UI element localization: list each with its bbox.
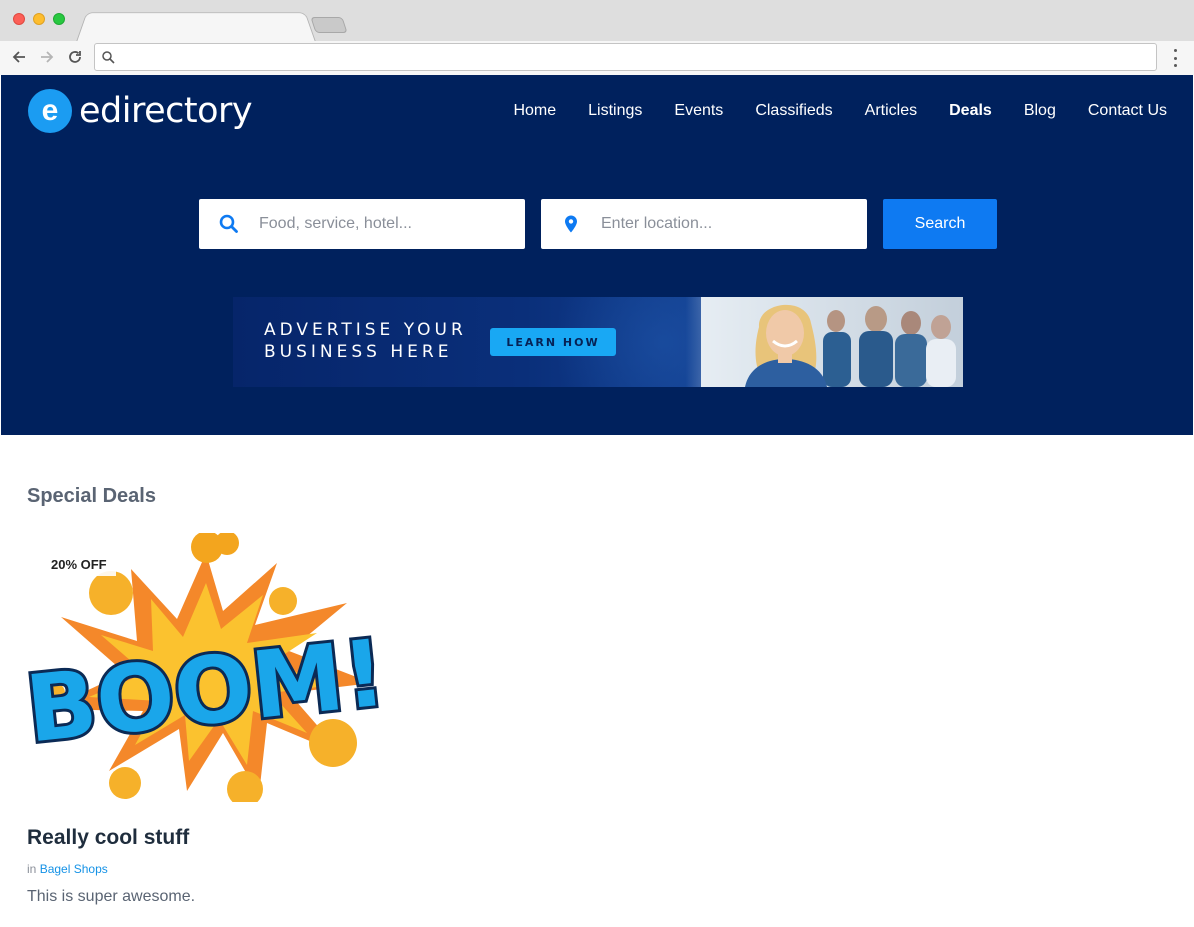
learn-how-button[interactable]: LEARN HOW bbox=[490, 328, 616, 356]
reload-button[interactable] bbox=[64, 45, 86, 69]
address-bar[interactable] bbox=[94, 43, 1157, 71]
nav-deals[interactable]: Deals bbox=[949, 101, 992, 121]
section-title: Special Deals bbox=[27, 485, 156, 507]
main-nav: Home Listings Events Classifieds Article… bbox=[481, 101, 1167, 121]
nav-contact-us[interactable]: Contact Us bbox=[1088, 101, 1167, 121]
logo-icon: e bbox=[28, 89, 72, 133]
site-header: e edirectory Home Listings Events Classi… bbox=[1, 75, 1193, 435]
nav-classifieds[interactable]: Classifieds bbox=[755, 101, 832, 121]
nav-articles[interactable]: Articles bbox=[865, 101, 917, 121]
minimize-window-button[interactable] bbox=[33, 13, 45, 25]
nav-blog[interactable]: Blog bbox=[1024, 101, 1056, 121]
logo-text: edirectory bbox=[79, 91, 253, 131]
reload-icon bbox=[69, 51, 81, 63]
category-link[interactable]: Bagel Shops bbox=[40, 862, 108, 876]
arrow-right-icon bbox=[41, 51, 54, 63]
forward-button[interactable] bbox=[36, 45, 58, 69]
location-input[interactable] bbox=[541, 199, 867, 249]
browser-chrome bbox=[0, 0, 1194, 75]
banner-photo bbox=[701, 297, 963, 387]
nav-home[interactable]: Home bbox=[513, 101, 556, 121]
deal-title[interactable]: Really cool stuff bbox=[27, 826, 385, 850]
arrow-left-icon bbox=[12, 51, 25, 63]
keyword-input[interactable] bbox=[199, 199, 525, 249]
maximize-window-button[interactable] bbox=[53, 13, 65, 25]
new-tab-button[interactable] bbox=[310, 17, 348, 33]
search-icon bbox=[219, 214, 238, 233]
deal-description: This is super awesome. bbox=[27, 888, 196, 905]
nav-events[interactable]: Events bbox=[674, 101, 723, 121]
close-window-button[interactable] bbox=[13, 13, 25, 25]
deal-category: in Bagel Shops bbox=[27, 862, 108, 876]
deal-card[interactable]: BOOM! 20% OFF Really cool stuff in Bagel… bbox=[27, 533, 385, 906]
map-pin-icon bbox=[565, 215, 577, 233]
banner-text: ADVERTISE YOUR BUSINESS HERE bbox=[264, 320, 467, 362]
site-logo[interactable]: e edirectory bbox=[28, 89, 253, 133]
nav-listings[interactable]: Listings bbox=[588, 101, 642, 121]
keyword-field bbox=[199, 199, 525, 249]
kebab-menu-icon[interactable] bbox=[1168, 49, 1182, 67]
browser-toolbar bbox=[0, 41, 1194, 75]
discount-badge: 20% OFF bbox=[42, 553, 116, 576]
search-bar: Search bbox=[199, 199, 997, 249]
search-button[interactable]: Search bbox=[883, 199, 997, 249]
search-icon bbox=[102, 51, 115, 64]
browser-tab-active[interactable] bbox=[76, 12, 316, 43]
advertise-banner[interactable]: ADVERTISE YOUR BUSINESS HERE LEARN HOW bbox=[233, 297, 963, 387]
location-field bbox=[541, 199, 867, 249]
deal-image[interactable]: BOOM! 20% OFF bbox=[27, 533, 385, 802]
back-button[interactable] bbox=[8, 45, 30, 69]
